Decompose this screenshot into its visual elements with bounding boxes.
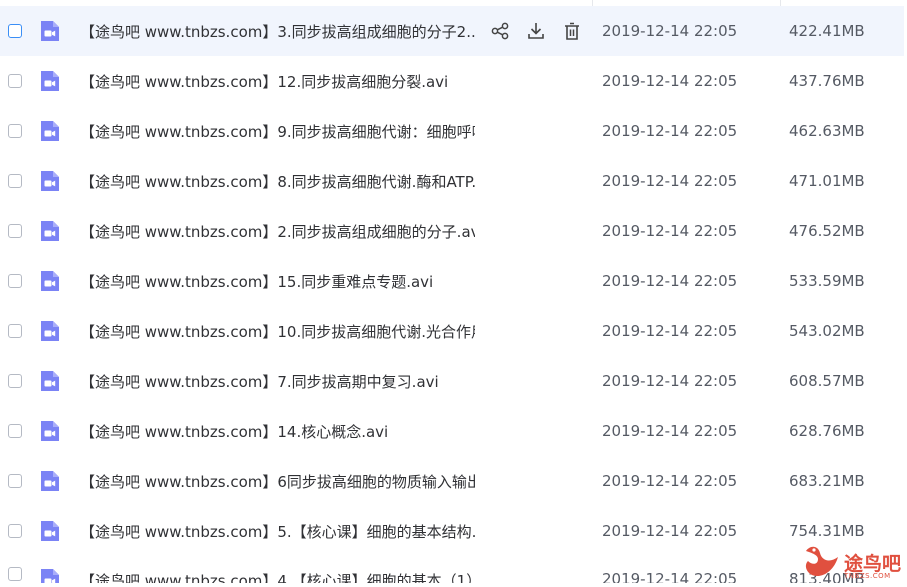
video-file-icon [41, 521, 59, 541]
file-name-link[interactable]: 【途鸟吧 www.tnbzs.com】7.同步拔高期中复习.avi [80, 371, 475, 392]
file-size: 754.31MB [789, 522, 865, 540]
modified-date: 2019-12-14 22:05 [602, 422, 738, 440]
file-row[interactable]: 【途鸟吧 www.tnbzs.com】14.核心概念.avi 2019-12-14… [0, 406, 907, 456]
file-name-link[interactable]: 【途鸟吧 www.tnbzs.com】12.同步拔高细胞分裂.avi [80, 71, 475, 92]
download-icon[interactable] [526, 21, 546, 41]
watermark-logo: 途鸟吧 TNBZS.COM [800, 541, 905, 583]
share-icon[interactable] [490, 21, 510, 41]
file-size: 628.76MB [789, 422, 865, 440]
video-file-icon [41, 421, 59, 441]
file-name-link[interactable]: 【途鸟吧 www.tnbzs.com】15.同步重难点专题.avi [80, 271, 475, 292]
file-row[interactable]: 【途鸟吧 www.tnbzs.com】4.【核心课】细胞的基本（1）.mp4 20… [0, 567, 907, 583]
modified-date: 2019-12-14 22:05 [602, 372, 738, 390]
modified-date: 2019-12-14 22:05 [602, 522, 738, 540]
file-name-link[interactable]: 【途鸟吧 www.tnbzs.com】14.核心概念.avi [80, 421, 475, 442]
row-checkbox[interactable] [8, 224, 22, 238]
file-row[interactable]: 【途鸟吧 www.tnbzs.com】6同步拔高细胞的物质输入输出.avi 201… [0, 456, 907, 506]
row-checkbox[interactable] [8, 524, 22, 538]
file-row[interactable]: 【途鸟吧 www.tnbzs.com】9.同步拔高细胞代谢：细胞呼吸.avi 20… [0, 106, 907, 156]
file-name-link[interactable]: 【途鸟吧 www.tnbzs.com】4.【核心课】细胞的基本（1）.mp4 [80, 570, 475, 583]
video-file-icon [41, 371, 59, 391]
file-row[interactable]: 【途鸟吧 www.tnbzs.com】12.同步拔高细胞分裂.avi 2019-1… [0, 56, 907, 106]
video-file-icon [41, 321, 59, 341]
file-name-link[interactable]: 【途鸟吧 www.tnbzs.com】3.同步拔高组成细胞的分子2.... [80, 21, 475, 42]
file-name-link[interactable]: 【途鸟吧 www.tnbzs.com】2.同步拔高组成细胞的分子.avi [80, 221, 475, 242]
file-size: 543.02MB [789, 322, 865, 340]
file-size: 437.76MB [789, 72, 865, 90]
file-row[interactable]: 【途鸟吧 www.tnbzs.com】2.同步拔高组成细胞的分子.avi 2019… [0, 206, 907, 256]
file-row[interactable]: 【途鸟吧 www.tnbzs.com】7.同步拔高期中复习.avi 2019-12… [0, 356, 907, 406]
row-actions [490, 21, 582, 41]
file-name-link[interactable]: 【途鸟吧 www.tnbzs.com】8.同步拔高细胞代谢.酶和ATP.avi [80, 171, 475, 192]
file-row[interactable]: 【途鸟吧 www.tnbzs.com】3.同步拔高组成细胞的分子2.... 201… [0, 6, 904, 56]
file-size: 533.59MB [789, 272, 865, 290]
video-file-icon [41, 71, 59, 91]
file-size: 471.01MB [789, 172, 865, 190]
modified-date: 2019-12-14 22:05 [602, 272, 738, 290]
video-file-icon [41, 221, 59, 241]
row-checkbox[interactable] [8, 474, 22, 488]
modified-date: 2019-12-14 22:05 [602, 122, 738, 140]
delete-icon[interactable] [562, 21, 582, 41]
modified-date: 2019-12-14 22:05 [602, 222, 738, 240]
file-row[interactable]: 【途鸟吧 www.tnbzs.com】8.同步拔高细胞代谢.酶和ATP.avi 2… [0, 156, 907, 206]
modified-date: 2019-12-14 22:05 [602, 22, 738, 40]
file-row[interactable]: 【途鸟吧 www.tnbzs.com】5.【核心课】细胞的基本结构.mp4 201… [0, 506, 907, 556]
file-row[interactable]: 【途鸟吧 www.tnbzs.com】10.同步拔高细胞代谢.光合作用.avi 2… [0, 306, 907, 356]
row-checkbox[interactable] [8, 124, 22, 138]
row-checkbox[interactable] [8, 324, 22, 338]
file-size: 462.63MB [789, 122, 865, 140]
video-file-icon [41, 21, 59, 41]
video-file-icon [41, 171, 59, 191]
file-name-link[interactable]: 【途鸟吧 www.tnbzs.com】9.同步拔高细胞代谢：细胞呼吸.avi [80, 121, 475, 142]
video-file-icon [41, 569, 59, 583]
row-checkbox[interactable] [8, 274, 22, 288]
file-name-link[interactable]: 【途鸟吧 www.tnbzs.com】5.【核心课】细胞的基本结构.mp4 [80, 521, 475, 542]
modified-date: 2019-12-14 22:05 [602, 322, 738, 340]
file-row[interactable]: 【途鸟吧 www.tnbzs.com】15.同步重难点专题.avi 2019-12… [0, 256, 907, 306]
file-name-link[interactable]: 【途鸟吧 www.tnbzs.com】10.同步拔高细胞代谢.光合作用.avi [80, 321, 475, 342]
file-size: 422.41MB [789, 22, 865, 40]
row-checkbox[interactable] [8, 424, 22, 438]
file-size: 476.52MB [789, 222, 865, 240]
file-name-link[interactable]: 【途鸟吧 www.tnbzs.com】6同步拔高细胞的物质输入输出.avi [80, 471, 475, 492]
video-file-icon [41, 121, 59, 141]
file-size: 608.57MB [789, 372, 865, 390]
modified-date: 2019-12-14 22:05 [602, 72, 738, 90]
modified-date: 2019-12-14 22:05 [602, 172, 738, 190]
modified-date: 2019-12-14 22:05 [602, 472, 738, 490]
bird-logo-icon [805, 546, 838, 577]
row-checkbox[interactable] [8, 24, 22, 38]
row-checkbox[interactable] [8, 74, 22, 88]
file-size: 683.21MB [789, 472, 865, 490]
watermark-subtext: TNBZS.COM [844, 572, 891, 580]
row-checkbox[interactable] [8, 567, 22, 581]
modified-date: 2019-12-14 22:05 [602, 570, 738, 583]
row-checkbox[interactable] [8, 374, 22, 388]
row-checkbox[interactable] [8, 174, 22, 188]
video-file-icon [41, 271, 59, 291]
video-file-icon [41, 471, 59, 491]
